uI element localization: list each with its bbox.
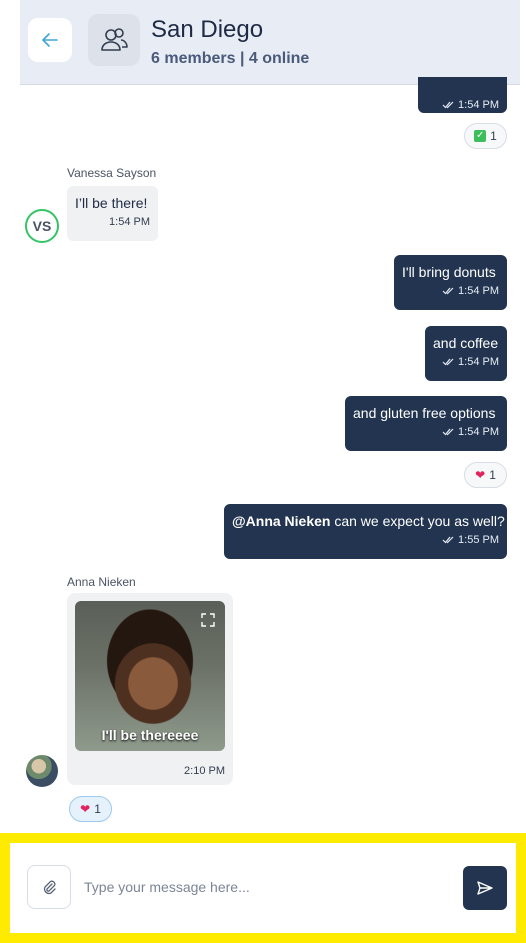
gif-message[interactable]: I'll be thereeee 2:10 PM	[67, 593, 233, 785]
message-incoming[interactable]: I’ll be there! 1:54 PM	[67, 186, 158, 241]
double-check-icon	[442, 427, 454, 437]
group-avatar	[88, 14, 140, 66]
message-text: can we expect you as well?	[330, 513, 505, 529]
expand-icon[interactable]	[201, 613, 215, 627]
double-check-icon	[442, 535, 454, 545]
heart-emoji-icon: ❤	[475, 468, 486, 482]
reaction-badge[interactable]: ✓ 1	[464, 123, 507, 149]
avatar[interactable]: VS	[25, 209, 59, 243]
double-check-icon	[442, 100, 454, 110]
message-text: and coffee	[433, 335, 499, 351]
chat-subtitle: 6 members | 4 online	[151, 50, 310, 67]
message-outgoing[interactable]: and coffee 1:54 PM	[425, 326, 507, 381]
message-outgoing[interactable]: I'll bring donuts 1:54 PM	[394, 255, 507, 310]
reaction-badge[interactable]: ❤ 1	[69, 796, 112, 822]
message-text: I’ll be there!	[75, 195, 148, 211]
group-icon	[101, 28, 128, 51]
message-text: I'll bring donuts	[402, 264, 496, 280]
message-outgoing[interactable]: and gluten free options 1:54 PM	[345, 396, 507, 451]
check-mark-emoji-icon: ✓	[474, 130, 487, 142]
message-text: and gluten free options	[353, 405, 496, 421]
attach-button[interactable]	[27, 865, 71, 909]
message-outgoing[interactable]: 1:54 PM	[418, 77, 507, 113]
message-time: 1:54 PM	[458, 285, 499, 297]
reaction-badge[interactable]: ❤ 1	[464, 462, 507, 488]
message-time: 1:54 PM	[458, 356, 499, 368]
gif-image[interactable]: I'll be thereeee	[75, 601, 225, 751]
message-list[interactable]: 1:54 PM ✓ 1 Vanessa Sayson VS I’ll be th…	[20, 77, 520, 830]
message-time: 1:55 PM	[458, 534, 499, 546]
reaction-count: 1	[94, 802, 101, 816]
message-composer	[0, 833, 526, 943]
sender-name: Vanessa Sayson	[67, 166, 157, 180]
arrow-left-icon	[42, 33, 58, 47]
send-icon	[477, 881, 493, 895]
mention[interactable]: @Anna Nieken	[232, 513, 330, 529]
message-time: 2:10 PM	[184, 765, 225, 777]
message-time: 1:54 PM	[458, 426, 499, 438]
send-button[interactable]	[463, 866, 507, 910]
message-time: 1:54 PM	[458, 99, 499, 111]
message-outgoing[interactable]: @Anna Nieken can we expect you as well? …	[224, 504, 507, 559]
reaction-count: 1	[489, 468, 496, 482]
double-check-icon	[442, 357, 454, 367]
paperclip-icon	[43, 880, 56, 895]
gif-caption: I'll be thereeee	[101, 727, 199, 743]
double-check-icon	[442, 286, 454, 296]
reaction-count: 1	[490, 129, 497, 143]
message-input[interactable]	[84, 869, 444, 905]
message-time: 1:54 PM	[109, 216, 150, 228]
avatar[interactable]	[26, 755, 58, 787]
chat-title: San Diego	[151, 16, 264, 43]
heart-emoji-icon: ❤	[80, 802, 91, 816]
sender-name: Anna Nieken	[67, 575, 136, 589]
back-button[interactable]	[28, 18, 72, 62]
chat-header: San Diego 6 members | 4 online	[20, 0, 520, 85]
